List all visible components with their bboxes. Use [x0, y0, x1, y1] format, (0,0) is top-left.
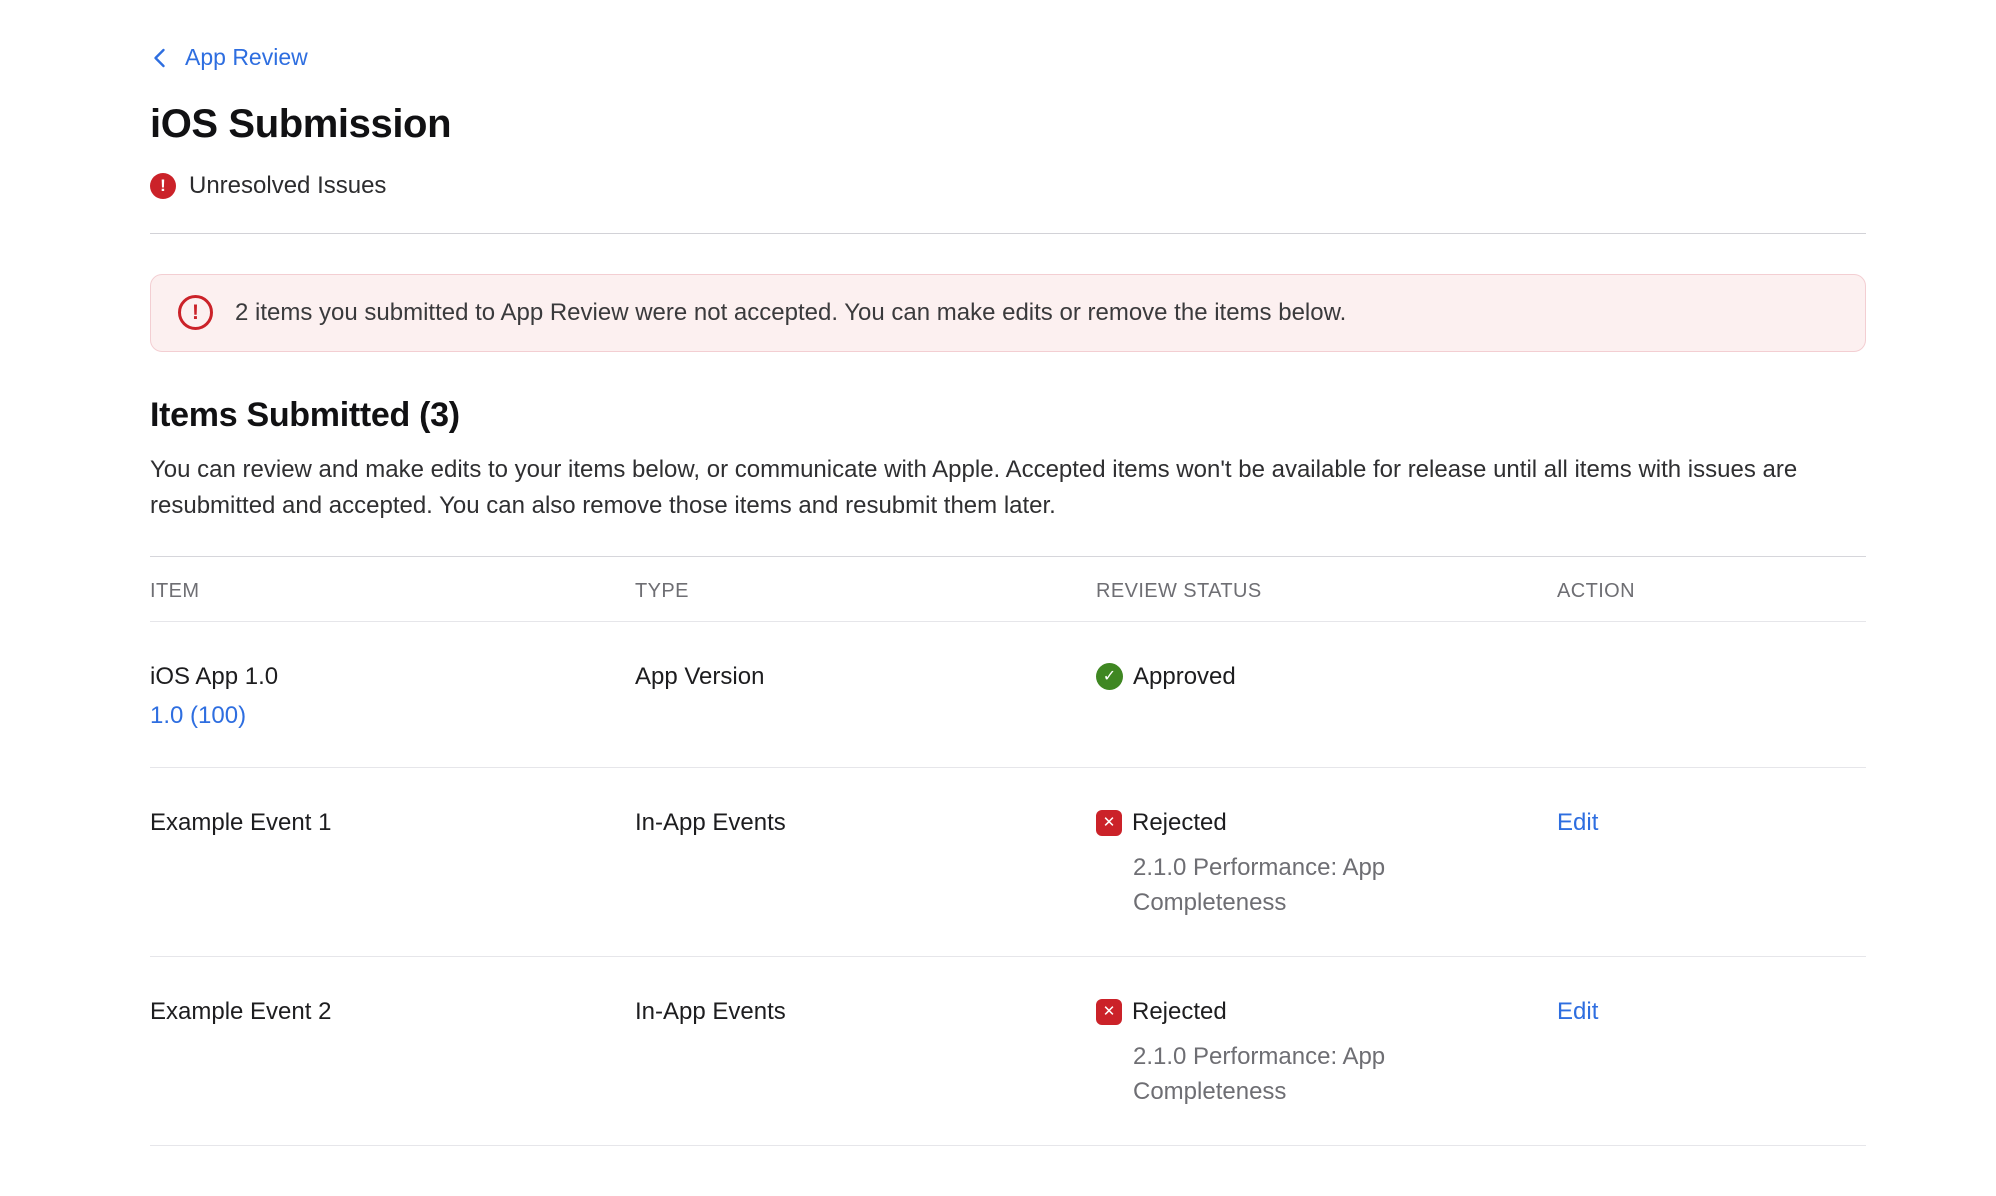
page-title: iOS Submission [150, 101, 1866, 147]
items-submitted-heading: Items Submitted (3) [150, 394, 1866, 436]
status-label: Approved [1133, 662, 1236, 692]
column-header-action: ACTION [1557, 579, 1866, 603]
rejected-icon: ✕ [1096, 999, 1122, 1025]
status-line: ✕ Rejected [1096, 997, 1537, 1027]
status-line: ✕ Rejected [1096, 808, 1537, 838]
table-body: iOS App 1.0 1.0 (100) App Version ✓ Appr… [150, 622, 1866, 1146]
alert-exclamation-icon: ! [178, 295, 213, 330]
item-cell: Example Event 1 [150, 808, 635, 920]
table-header-row: ITEM TYPE REVIEW STATUS ACTION [150, 556, 1866, 622]
item-name: Example Event 2 [150, 997, 615, 1027]
item-type: In-App Events [635, 809, 786, 836]
item-name: Example Event 1 [150, 808, 615, 838]
item-cell: Example Event 2 [150, 997, 635, 1109]
action-cell: Edit [1557, 997, 1866, 1109]
item-name: iOS App 1.0 [150, 662, 615, 692]
item-type: App Version [635, 663, 764, 690]
action-cell: Edit [1557, 808, 1866, 920]
review-status-cell: ✕ Rejected 2.1.0 Performance: App Comple… [1096, 997, 1557, 1109]
table-row: iOS App 1.0 1.0 (100) App Version ✓ Appr… [150, 622, 1866, 768]
column-header-item: ITEM [150, 579, 635, 603]
items-table: ITEM TYPE REVIEW STATUS ACTION iOS App 1… [150, 556, 1866, 1146]
item-version-link[interactable]: 1.0 (100) [150, 701, 246, 731]
item-cell: iOS App 1.0 1.0 (100) [150, 662, 635, 731]
submission-status-label: Unresolved Issues [189, 171, 386, 201]
header-divider [150, 233, 1866, 234]
rejected-icon: ✕ [1096, 810, 1122, 836]
table-row: Example Event 1 In-App Events ✕ Rejected… [150, 768, 1866, 957]
alert-message: 2 items you submitted to App Review were… [235, 299, 1346, 327]
item-type: In-App Events [635, 998, 786, 1025]
rejection-alert-banner: ! 2 items you submitted to App Review we… [150, 274, 1866, 352]
rejection-reason: 2.1.0 Performance: App Completeness [1133, 850, 1428, 920]
status-label: Rejected [1132, 808, 1227, 838]
action-cell [1557, 662, 1866, 731]
back-link-app-review[interactable]: App Review [150, 44, 308, 71]
review-status-cell: ✓ Approved [1096, 662, 1557, 731]
approved-icon: ✓ [1096, 663, 1123, 690]
back-link-label: App Review [185, 44, 308, 71]
type-cell: In-App Events [635, 997, 1096, 1109]
breadcrumb: App Review [150, 44, 1866, 75]
column-header-type: TYPE [635, 579, 1096, 603]
status-line: ✓ Approved [1096, 662, 1537, 692]
items-submitted-description: You can review and make edits to your it… [150, 452, 1866, 524]
table-row: Example Event 2 In-App Events ✕ Rejected… [150, 957, 1866, 1146]
column-header-review-status: REVIEW STATUS [1096, 579, 1557, 603]
type-cell: App Version [635, 662, 1096, 731]
chevron-left-icon [150, 46, 170, 70]
review-status-cell: ✕ Rejected 2.1.0 Performance: App Comple… [1096, 808, 1557, 920]
submission-status: ! Unresolved Issues [150, 171, 1866, 201]
ios-submission-page: App Review iOS Submission ! Unresolved I… [0, 0, 1866, 1146]
edit-link[interactable]: Edit [1557, 809, 1598, 836]
type-cell: In-App Events [635, 808, 1096, 920]
unresolved-issues-icon: ! [150, 173, 176, 199]
edit-link[interactable]: Edit [1557, 998, 1598, 1025]
rejection-reason: 2.1.0 Performance: App Completeness [1133, 1039, 1428, 1109]
status-label: Rejected [1132, 997, 1227, 1027]
